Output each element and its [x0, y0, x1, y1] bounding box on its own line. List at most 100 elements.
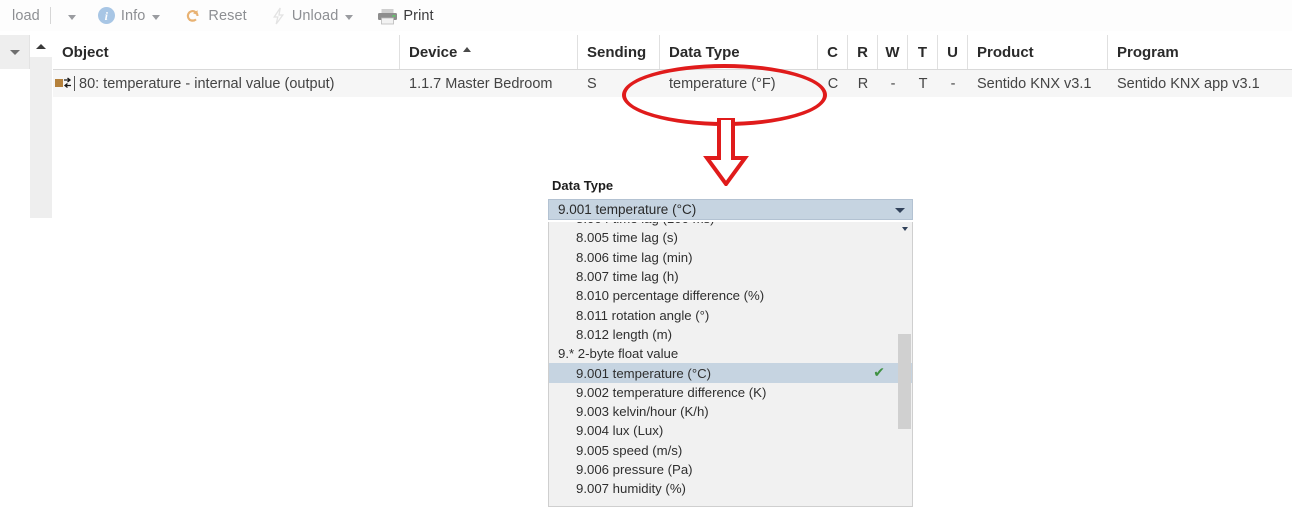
dropdown-option[interactable]: 9.006 pressure (Pa) [549, 460, 912, 479]
table-header-label: Program [1117, 43, 1179, 61]
grid-collapse-button[interactable] [30, 35, 52, 57]
dropdown-scrollbar-thumb[interactable] [898, 334, 911, 429]
table-header-w[interactable]: W [878, 35, 908, 69]
dropdown-group-header: 9.* 2-byte float value [549, 344, 912, 363]
dropdown-option-label: 8.005 time lag (s) [576, 230, 678, 246]
dropdown-option[interactable]: 8.005 time lag (s) [549, 228, 912, 247]
table-header-row: Object Device Sending Data Type C R W T U Product… [53, 35, 1292, 70]
reset-icon [184, 7, 202, 25]
table-header-device[interactable]: Device [400, 35, 578, 69]
table-header-label: Object [62, 43, 109, 61]
dropdown-option-label: 9.005 speed (m/s) [576, 442, 683, 458]
toolbar-print-label: Print [403, 7, 434, 24]
toolbar-download-caret-button[interactable] [55, 0, 82, 31]
table-cell-value: - [950, 75, 956, 92]
toolbar-unload-button[interactable]: Unload [265, 0, 360, 31]
toolbar-reset-button[interactable]: Reset [178, 0, 252, 31]
table-row[interactable]: 80: temperature - internal value (output… [53, 70, 1292, 98]
table-cell-sending[interactable]: S [578, 70, 660, 97]
dropdown-option[interactable]: 8.012 length (m) [549, 325, 912, 344]
dropdown-option-label: 8.006 time lag (min) [576, 249, 693, 265]
table-cell-value: - [890, 75, 896, 92]
table-header-r[interactable]: R [848, 35, 878, 69]
table-header-label: Data Type [669, 43, 740, 61]
dropdown-option-label: 9.003 kelvin/hour (K/h) [576, 404, 709, 420]
table-header-u[interactable]: U [938, 35, 968, 69]
table-header-label: W [885, 43, 900, 61]
table-header-label: C [827, 43, 838, 61]
dropdown-option-label: 8.007 time lag (h) [576, 269, 679, 285]
table-header-label: Sending [587, 43, 647, 61]
dropdown-option[interactable]: 8.011 rotation angle (°) [549, 305, 912, 324]
table-header-program[interactable]: Program [1108, 35, 1292, 69]
dropdown-option-label: 9.004 lux (Lux) [576, 423, 664, 439]
dropdown-option-label: 9.006 pressure (Pa) [576, 462, 693, 477]
chevron-down-icon [902, 227, 908, 231]
dropdown-option[interactable]: 9.005 speed (m/s) [549, 441, 912, 460]
table-cell-value: R [857, 75, 869, 92]
table-header-sending[interactable]: Sending [578, 35, 660, 69]
toolbar-download-button[interactable]: load [0, 0, 46, 31]
table-header-object[interactable]: Object [53, 35, 400, 69]
dropdown-option-label: 9.* 2-byte float value [558, 346, 679, 362]
table-cell-device[interactable]: 1.1.7 Master Bedroom [400, 70, 578, 97]
table-header-product[interactable]: Product [968, 35, 1108, 69]
table-cell-object[interactable]: 80: temperature - internal value (output… [53, 70, 400, 97]
grid-filter-dropdown-button[interactable] [0, 35, 30, 69]
table-cell-w[interactable]: - [878, 70, 908, 97]
table-header-c[interactable]: C [818, 35, 848, 69]
toolbar-print-button[interactable]: Print [371, 0, 439, 31]
dropdown-option-label: 8.012 length (m) [576, 326, 673, 342]
chevron-down-icon [9, 49, 20, 55]
chevron-up-icon [36, 43, 46, 49]
chevron-down-icon [67, 14, 76, 20]
table-cell-product[interactable]: Sentido KNX v3.1 [968, 70, 1108, 97]
table-cell-datatype[interactable]: temperature (°F) [660, 70, 818, 97]
dropdown-option-label: 9.001 temperature (°C) [576, 365, 712, 381]
dropdown-option-label: 8.010 percentage difference (%) [576, 288, 765, 304]
table-cell-value: C [827, 75, 839, 92]
table-cell-r[interactable]: R [848, 70, 878, 97]
dropdown-option-label: 9.007 humidity (%) [576, 481, 686, 497]
table-header-label: T [917, 43, 928, 61]
table-cell-value: temperature (°F) [669, 75, 776, 92]
table-header-datatype[interactable]: Data Type [660, 35, 818, 69]
table-header-t[interactable]: T [908, 35, 938, 69]
data-type-dropdown: Data Type 9.001 temperature (°C) 8.004 t… [548, 178, 913, 507]
dropdown-option[interactable]: 8.007 time lag (h) [549, 267, 912, 286]
table-cell-value: 80: temperature - internal value (output… [79, 75, 335, 92]
table-cell-value: Sentido KNX v3.1 [977, 75, 1092, 92]
data-type-selected-value: 9.001 temperature (°C) [558, 202, 697, 217]
dropdown-option[interactable]: 9.001 temperature (°C) ✔ [549, 363, 912, 383]
table-header-label: R [857, 43, 868, 61]
table-cell-value: Sentido KNX app v3.1 [1117, 75, 1260, 92]
table-header-label: U [947, 43, 958, 61]
chevron-down-icon [895, 208, 905, 213]
dropdown-option[interactable]: 9.004 lux (Lux) [549, 421, 912, 440]
toolbar-separator [49, 7, 51, 24]
toolbar-reset-label: Reset [208, 7, 247, 24]
toolbar-unload-label: Unload [291, 7, 339, 24]
dropdown-option-label: 8.011 rotation angle (°) [576, 307, 710, 323]
table-cell-u[interactable]: - [938, 70, 968, 97]
dropdown-option[interactable]: 9.007 humidity (%) [549, 479, 912, 498]
dropdown-option[interactable]: 8.006 time lag (min) [549, 248, 912, 267]
data-type-option-list[interactable]: 8.004 time lag (100 ms) 8.005 time lag (s… [548, 222, 913, 507]
dropdown-option[interactable]: 9.003 kelvin/hour (K/h) [549, 402, 912, 421]
dropdown-option[interactable]: 8.010 percentage difference (%) [549, 286, 912, 305]
table-cell-c[interactable]: C [818, 70, 848, 97]
table-header-label: Product [977, 43, 1034, 61]
table-cell-t[interactable]: T [908, 70, 938, 97]
toolbar-download-label: load [12, 7, 40, 24]
toolbar-info-label: Info [120, 7, 146, 24]
dropdown-option[interactable]: 9.002 temperature difference (K) [549, 383, 912, 402]
bolt-icon [271, 7, 286, 25]
check-icon: ✔ [873, 364, 885, 381]
data-type-label: Data Type [552, 178, 614, 193]
data-type-option-list-inner: 8.004 time lag (100 ms) 8.005 time lag (s… [549, 222, 912, 498]
data-type-combobox[interactable]: 9.001 temperature (°C) [548, 199, 913, 220]
toolbar-info-button[interactable]: i Info [92, 0, 167, 31]
table-cell-program[interactable]: Sentido KNX app v3.1 [1108, 70, 1292, 97]
grid-left-gutter [30, 35, 52, 218]
table-cell-value: 1.1.7 Master Bedroom [409, 75, 553, 92]
